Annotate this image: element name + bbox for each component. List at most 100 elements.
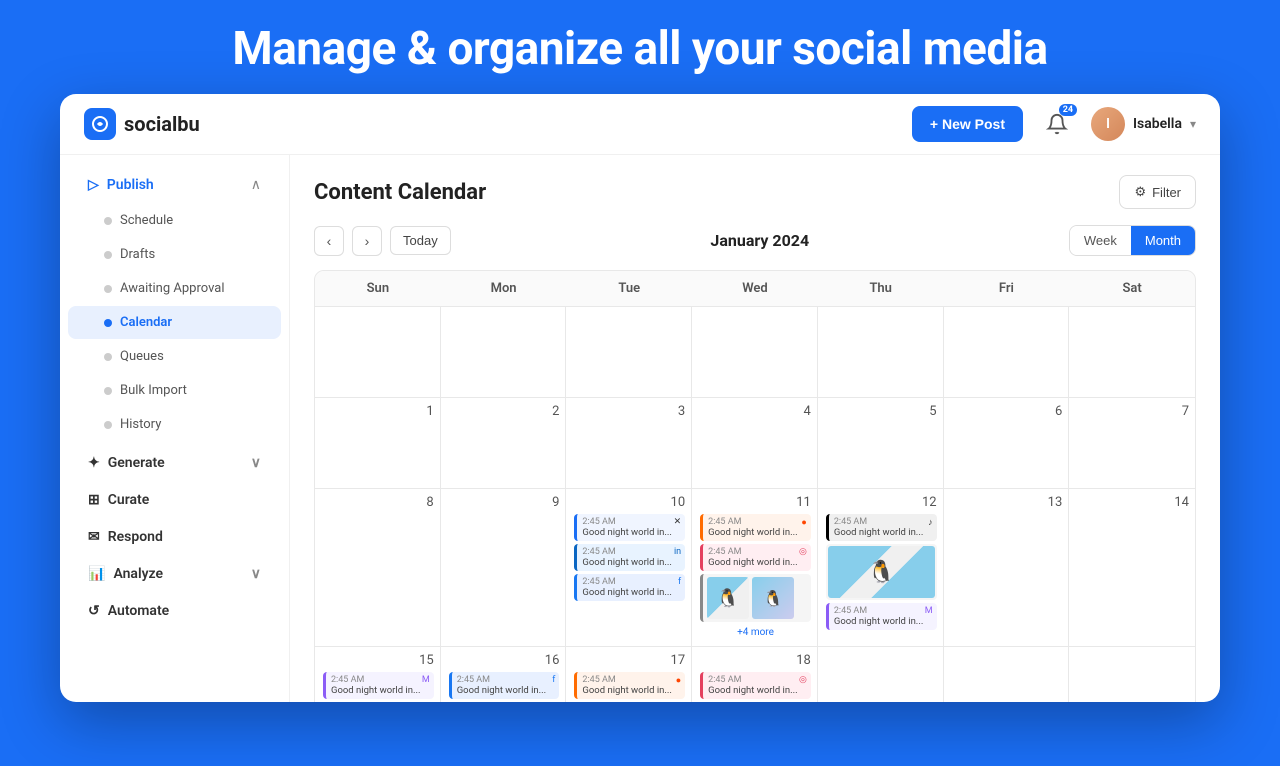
cal-cell: [441, 307, 567, 397]
chevron-down-icon: ▾: [1190, 117, 1196, 131]
dot-icon: [104, 285, 112, 293]
notifications-bell[interactable]: 24: [1039, 106, 1075, 142]
facebook-icon: f: [678, 577, 681, 587]
mastodon-icon: M: [925, 606, 933, 616]
cal-cell-jan4: 4: [692, 398, 818, 488]
cal-cell: [944, 307, 1070, 397]
sidebar-curate[interactable]: ⊞ Curate: [68, 482, 281, 518]
post-card[interactable]: M 2:45 AM Good night world in...: [323, 672, 434, 699]
instagram-icon: ◎: [799, 675, 807, 685]
respond-icon: ✉: [88, 529, 100, 545]
new-post-button[interactable]: + New Post: [912, 106, 1023, 142]
day-header-sun: Sun: [315, 271, 441, 306]
sidebar-item-bulk-import[interactable]: Bulk Import: [68, 374, 281, 407]
calendar-week-2: 1 2 3 4 5: [315, 398, 1195, 489]
cal-cell: [315, 307, 441, 397]
post-image-thu: 🐧: [828, 546, 935, 598]
post-card[interactable]: ♪ 2:45 AM Good night world in...: [826, 514, 937, 541]
chevron-down-icon: ∨: [251, 566, 261, 582]
week-view-button[interactable]: Week: [1070, 226, 1131, 255]
cal-cell-jan2: 2: [441, 398, 567, 488]
logo-icon: [84, 108, 116, 140]
sidebar-item-queues[interactable]: Queues: [68, 340, 281, 373]
next-button[interactable]: ›: [352, 226, 382, 256]
user-menu[interactable]: I Isabella ▾: [1091, 107, 1196, 141]
dot-icon: [104, 251, 112, 259]
cal-cell-jan15: 15 M 2:45 AM Good night world in...: [315, 647, 441, 702]
cal-cell-jan1: 1: [315, 398, 441, 488]
page-title: Content Calendar: [314, 180, 486, 205]
sidebar-item-calendar[interactable]: Calendar: [68, 306, 281, 339]
post-card[interactable]: in 2:45 AM Good night world in...: [574, 544, 685, 571]
cal-cell-jan6: 6: [944, 398, 1070, 488]
app-window: socialbu + New Post 24 I Isabella ▾: [60, 94, 1220, 702]
notification-count: 24: [1059, 104, 1077, 116]
cal-cell-jan17: 17 ● 2:45 AM Good night world in...: [566, 647, 692, 702]
sidebar-item-history[interactable]: History: [68, 408, 281, 441]
day-header-mon: Mon: [441, 271, 567, 306]
cal-cell-jan9: 9: [441, 489, 567, 646]
sidebar-automate[interactable]: ↺ Automate: [68, 593, 281, 629]
post-card[interactable]: ◎ 2:45 AM Good night world in...: [700, 672, 811, 699]
post-card[interactable]: f 2:45 AM Good night world in...: [449, 672, 560, 699]
new-post-label: + New Post: [930, 116, 1005, 132]
cal-cell-jan13: 13: [944, 489, 1070, 646]
sidebar-analyze[interactable]: 📊 Analyze ∨: [68, 556, 281, 592]
user-name: Isabella: [1133, 116, 1182, 132]
cal-cell: [1069, 307, 1195, 397]
cal-nav-left: ‹ › Today: [314, 226, 451, 256]
post-card[interactable]: ✕ 2:45 AM Good night world in...: [574, 514, 685, 541]
instagram-icon: ◎: [799, 547, 807, 557]
sidebar-item-schedule[interactable]: Schedule: [68, 204, 281, 237]
dot-icon: [104, 217, 112, 225]
generate-icon: ✦: [88, 455, 100, 471]
cal-cell-jan12: 12 ♪ 2:45 AM Good night world in... 🐧 M: [818, 489, 944, 646]
post-card[interactable]: M 2:45 AM Good night world in...: [826, 603, 937, 630]
today-button[interactable]: Today: [390, 226, 451, 255]
sidebar-generate[interactable]: ✦ Generate ∨: [68, 445, 281, 481]
topbar-right: + New Post 24 I Isabella ▾: [912, 106, 1196, 142]
post-card[interactable]: f 2:45 AM Good night world in...: [574, 574, 685, 601]
calendar-week-4: 15 M 2:45 AM Good night world in... 16 f: [315, 647, 1195, 702]
content-header: Content Calendar ⚙ Filter: [314, 175, 1196, 209]
calendar-body: 1 2 3 4 5: [315, 307, 1195, 702]
sidebar-item-drafts[interactable]: Drafts: [68, 238, 281, 271]
day-header-tue: Tue: [566, 271, 692, 306]
automate-icon: ↺: [88, 603, 100, 619]
calendar-week-3: 8 9 10 ✕ 2:45 AM Good night world in...: [315, 489, 1195, 647]
reddit-icon: ●: [801, 517, 806, 528]
mastodon-icon: M: [422, 675, 430, 685]
cal-cell-jan7: 7: [1069, 398, 1195, 488]
play-icon: ▷: [88, 177, 99, 193]
filter-button[interactable]: ⚙ Filter: [1119, 175, 1196, 209]
chevron-down-icon: ∨: [251, 455, 261, 471]
post-card-with-image[interactable]: 🐧 🐧: [700, 574, 811, 622]
prev-button[interactable]: ‹: [314, 226, 344, 256]
tiktok-icon: ♪: [928, 517, 933, 528]
cal-cell-jan11: 11 ● 2:45 AM Good night world in... ◎ 2:…: [692, 489, 818, 646]
post-card-image[interactable]: 🐧: [826, 544, 937, 600]
calendar-nav: ‹ › Today January 2024 Week Month: [314, 225, 1196, 256]
view-toggle: Week Month: [1069, 225, 1196, 256]
post-card[interactable]: ● 2:45 AM Good night world in...: [574, 672, 685, 699]
sidebar-respond[interactable]: ✉ Respond: [68, 519, 281, 555]
logo-text: socialbu: [124, 112, 200, 136]
cal-cell-jan14: 14: [1069, 489, 1195, 646]
chevron-up-icon: ∧: [251, 177, 261, 193]
post-card[interactable]: ◎ 2:45 AM Good night world in...: [700, 544, 811, 571]
curate-icon: ⊞: [88, 492, 100, 508]
sidebar: ▷ Publish ∧ Schedule Drafts Awaiting App…: [60, 155, 290, 702]
dot-icon: [104, 319, 112, 327]
calendar-grid: Sun Mon Tue Wed Thu Fri Sat: [314, 270, 1196, 702]
cal-cell: [692, 307, 818, 397]
dot-icon: [104, 421, 112, 429]
sidebar-item-awaiting-approval[interactable]: Awaiting Approval: [68, 272, 281, 305]
cal-cell-jan16: 16 f 2:45 AM Good night world in...: [441, 647, 567, 702]
publish-section-header[interactable]: ▷ Publish ∧: [68, 167, 281, 203]
avatar: I: [1091, 107, 1125, 141]
month-view-button[interactable]: Month: [1131, 226, 1195, 255]
cal-cell-jan8: 8: [315, 489, 441, 646]
more-posts-link[interactable]: +4 more: [700, 625, 811, 640]
post-card[interactable]: ● 2:45 AM Good night world in...: [700, 514, 811, 541]
logo: socialbu: [84, 108, 200, 140]
